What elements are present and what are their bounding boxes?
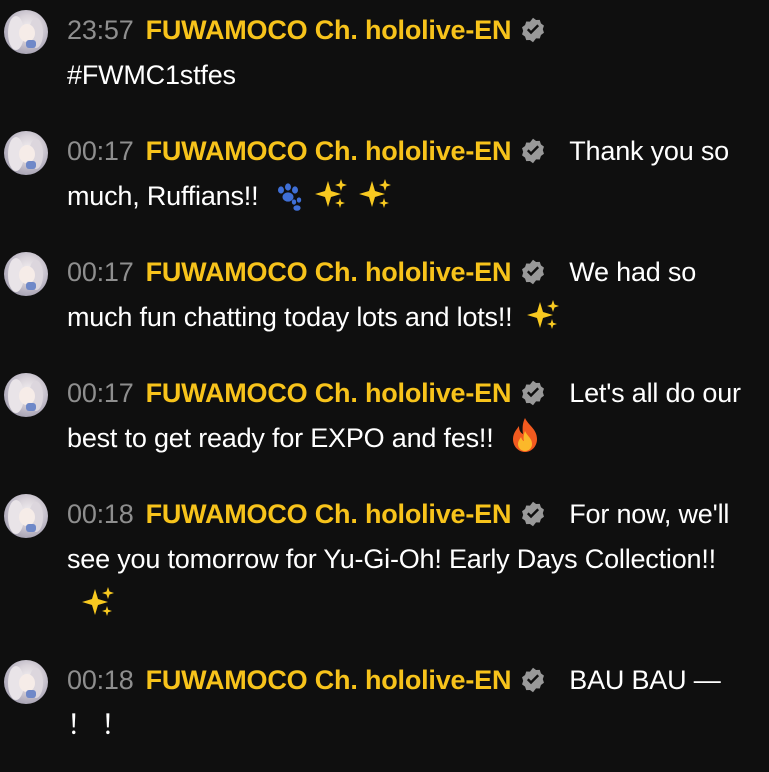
live-chat-list: 23:57 FUWAMOCO Ch. hololive-EN #FWMC1stfes… [0,0,769,772]
author-name[interactable]: FUWAMOCO Ch. hololive-EN [146,15,512,45]
timestamp: 00:17 [67,378,134,408]
verified-badge-icon [522,17,545,43]
verified-badge-icon [522,380,545,406]
paw-prints-icon [272,181,304,211]
avatar[interactable] [4,10,48,54]
timestamp: 00:17 [67,136,134,166]
verified-badge-icon [522,138,545,164]
author-name[interactable]: FUWAMOCO Ch. hololive-EN [146,665,512,695]
avatar[interactable] [4,660,48,704]
verified-badge-icon [522,501,545,527]
timestamp: 23:57 [67,15,134,45]
avatar[interactable] [4,494,48,538]
author-name[interactable]: FUWAMOCO Ch. hololive-EN [146,257,512,287]
author-name[interactable]: FUWAMOCO Ch. hololive-EN [146,136,512,166]
timestamp: 00:17 [67,257,134,287]
sparkles-icon [314,177,348,211]
author-name[interactable]: FUWAMOCO Ch. hololive-EN [146,378,512,408]
message-text: #FWMC1stfes [67,60,236,90]
sparkles-icon [81,585,115,619]
avatar[interactable] [4,252,48,296]
avatar[interactable] [4,373,48,417]
fire-icon [510,417,540,453]
avatar[interactable] [4,131,48,175]
author-name[interactable]: FUWAMOCO Ch. hololive-EN [146,499,512,529]
timestamp: 00:18 [67,665,134,695]
sparkles-icon [526,298,560,332]
timestamp: 00:18 [67,499,134,529]
verified-badge-icon [522,259,545,285]
sparkles-icon [358,177,392,211]
verified-badge-icon [522,667,545,693]
